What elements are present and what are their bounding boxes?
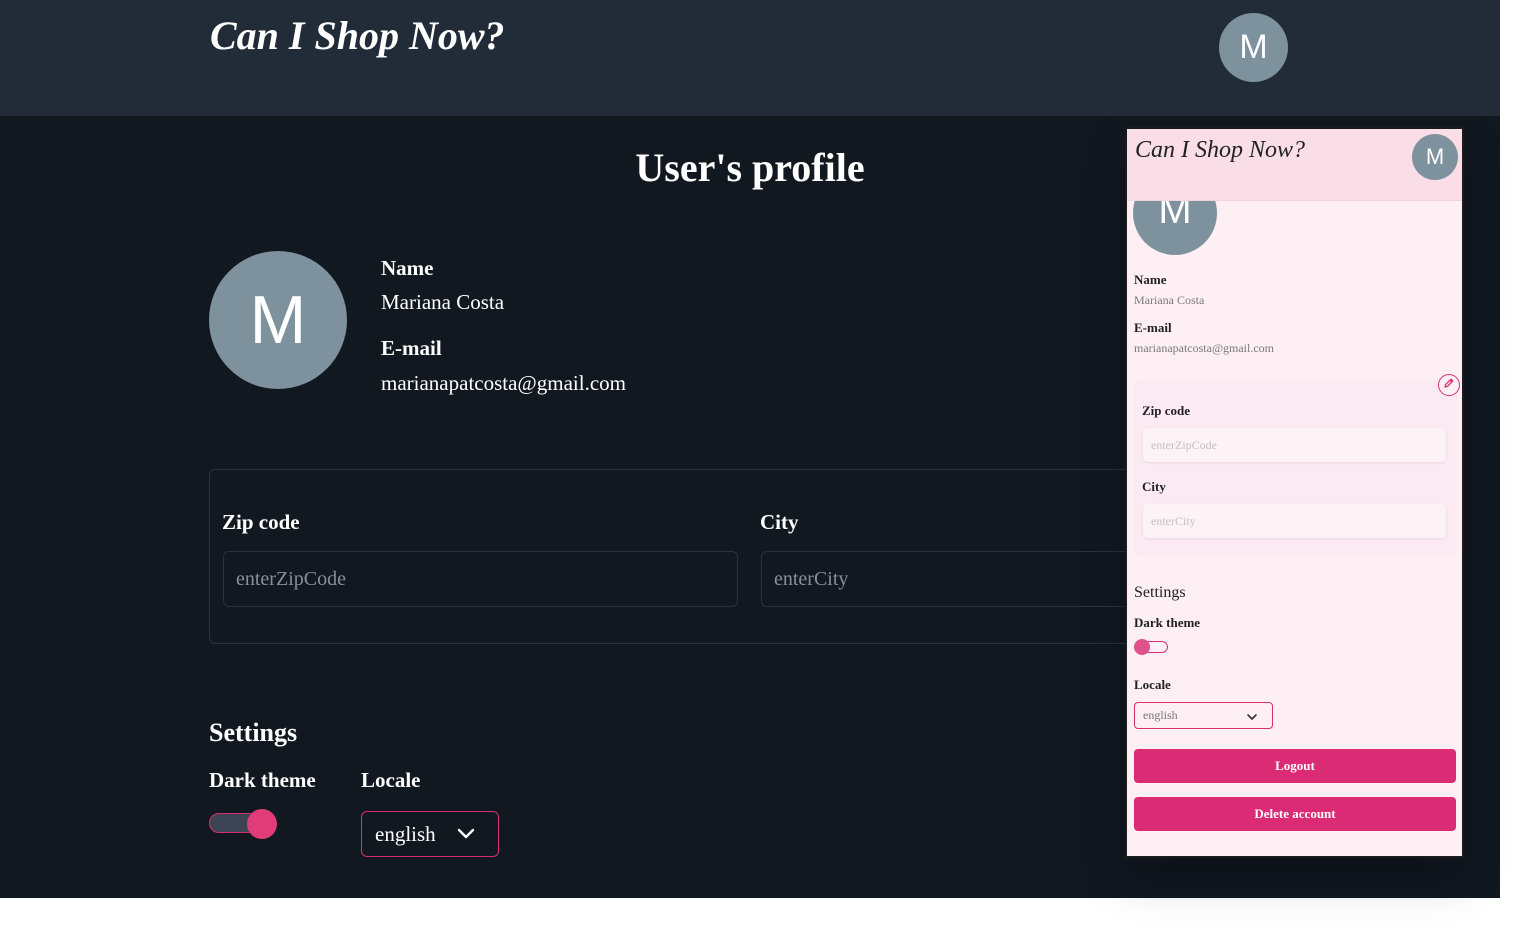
locale-select-value: english	[375, 821, 436, 846]
header-avatar[interactable]: M	[1219, 13, 1288, 82]
mobile-zip-code-label: Zip code	[1142, 403, 1191, 418]
mobile-locale-label: Locale	[1134, 677, 1171, 692]
name-value: Mariana Costa	[381, 290, 505, 314]
mobile-locale-select[interactable]: english	[1134, 702, 1273, 729]
header-bar: Can I Shop Now? M	[0, 0, 1500, 116]
email-label: E-mail	[381, 336, 442, 360]
app-brand[interactable]: Can I Shop Now?	[210, 12, 505, 59]
mobile-app-brand[interactable]: Can I Shop Now?	[1135, 137, 1305, 164]
zip-code-label: Zip code	[222, 510, 300, 534]
mobile-locale-select-value: english	[1143, 708, 1178, 722]
toggle-knob	[247, 809, 277, 839]
mobile-name-value: Mariana Costa	[1134, 293, 1205, 307]
mobile-settings-heading: Settings	[1134, 584, 1186, 601]
dark-theme-toggle[interactable]	[209, 809, 277, 839]
mobile-header-avatar[interactable]: M	[1412, 134, 1458, 180]
logout-button[interactable]: Logout	[1134, 749, 1456, 783]
mobile-dark-theme-toggle[interactable]	[1134, 638, 1170, 656]
pencil-icon	[1443, 376, 1455, 394]
chevron-down-icon	[1246, 711, 1258, 726]
mobile-city-input[interactable]	[1143, 504, 1446, 538]
zip-code-input[interactable]	[223, 551, 738, 607]
mobile-dark-theme-label: Dark theme	[1134, 615, 1201, 630]
dark-theme-label: Dark theme	[209, 768, 316, 792]
email-value: marianapatcosta@gmail.com	[381, 371, 626, 395]
mobile-toggle-knob	[1134, 639, 1150, 655]
mobile-zip-code-input[interactable]	[1143, 428, 1446, 462]
locale-label: Locale	[361, 768, 421, 792]
edit-address-button[interactable]	[1438, 374, 1460, 396]
mobile-header-bar: Can I Shop Now? M	[1127, 129, 1462, 201]
locale-select[interactable]: english	[361, 811, 499, 857]
chevron-down-icon	[456, 824, 476, 850]
mobile-profile-view: M Can I Shop Now? M Name Mariana Costa E…	[1125, 127, 1464, 858]
mobile-email-value: marianapatcosta@gmail.com	[1134, 341, 1274, 355]
mobile-name-label: Name	[1134, 272, 1167, 287]
city-label: City	[760, 510, 799, 534]
delete-account-button[interactable]: Delete account	[1134, 797, 1456, 831]
mobile-city-label: City	[1142, 479, 1166, 494]
mobile-email-label: E-mail	[1134, 320, 1172, 335]
settings-heading: Settings	[209, 718, 298, 747]
profile-avatar: M	[209, 251, 347, 389]
name-label: Name	[381, 256, 434, 280]
